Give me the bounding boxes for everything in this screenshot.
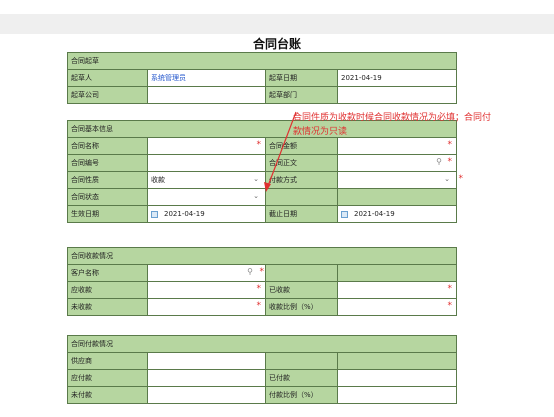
top-bar — [0, 0, 554, 14]
unpaid-field — [147, 386, 266, 404]
company-label: 起草公司 — [67, 86, 148, 104]
customer-field[interactable]: ⚲ * — [147, 264, 266, 282]
contract-code-input[interactable] — [147, 154, 266, 172]
chevron-down-icon[interactable]: ⌄ — [253, 175, 259, 183]
collection-header: 合同收款情况 — [67, 247, 457, 265]
receivable-input[interactable]: * — [147, 281, 266, 299]
payment-section: 合同付款情况 供应商 应付款 已付款 未付款 付款比例（%） — [67, 335, 457, 404]
effective-date-label: 生效日期 — [67, 205, 148, 223]
collection-section: 合同收款情况 客户名称 ⚲ * 应收款 * 已收款 * 未收款 * 收款比例（%… — [67, 247, 457, 316]
paid-field — [337, 369, 457, 387]
empty-cell — [337, 188, 457, 206]
contract-name-label: 合同名称 — [67, 137, 148, 155]
drafter-value[interactable]: 系统管理员 — [151, 74, 186, 82]
customer-label: 客户名称 — [67, 264, 148, 282]
contract-text-field[interactable]: ⚲ * — [337, 154, 457, 172]
contract-code-label: 合同编号 — [67, 154, 148, 172]
required-icon: * — [447, 140, 453, 150]
end-date-picker[interactable]: 2021-04-19 — [337, 205, 457, 223]
calendar-icon[interactable] — [151, 210, 158, 218]
payment-method-select[interactable]: ⌄ * — [337, 171, 463, 189]
search-icon[interactable]: ⚲ — [247, 267, 253, 276]
drafter-label: 起草人 — [67, 69, 148, 87]
required-icon: * — [256, 140, 262, 150]
required-icon: * — [458, 174, 464, 184]
search-icon[interactable]: ⚲ — [436, 157, 442, 166]
dept-field[interactable] — [337, 86, 457, 104]
chevron-down-icon[interactable]: ⌄ — [444, 175, 450, 183]
payable-label: 应付款 — [67, 369, 148, 387]
contract-nature-value: 收款 — [151, 176, 165, 184]
empty-cell — [265, 264, 338, 282]
company-field[interactable] — [147, 86, 266, 104]
supplier-field — [147, 352, 266, 370]
supplier-label: 供应商 — [67, 352, 148, 370]
outstanding-label: 未收款 — [67, 298, 148, 316]
unpaid-label: 未付款 — [67, 386, 148, 404]
empty-cell — [337, 264, 457, 282]
draft-date-field[interactable]: 2021-04-19 — [337, 69, 457, 87]
chevron-down-icon[interactable]: ⌄ — [253, 192, 259, 200]
received-input[interactable]: * — [337, 281, 457, 299]
payment-method-label: 付款方式 — [265, 171, 338, 189]
contract-status-label: 合同状态 — [67, 188, 148, 206]
empty-cell — [265, 188, 338, 206]
end-date-label: 截止日期 — [265, 205, 338, 223]
effective-date-picker[interactable]: 2021-04-19 — [147, 205, 266, 223]
registration-header: 合同起草 — [67, 52, 457, 70]
payable-field — [147, 369, 266, 387]
contract-amount-label: 合同金额 — [265, 137, 338, 155]
empty-cell — [265, 352, 338, 370]
end-date-value: 2021-04-19 — [354, 210, 395, 218]
draft-date-value: 2021-04-19 — [341, 74, 382, 82]
dept-label: 起草部门 — [265, 86, 338, 104]
required-icon: * — [447, 157, 453, 167]
required-icon: * — [259, 267, 265, 277]
receivable-label: 应收款 — [67, 281, 148, 299]
effective-date-value: 2021-04-19 — [164, 210, 205, 218]
contract-name-input[interactable]: * — [147, 137, 266, 155]
contract-status-select[interactable]: ⌄ — [147, 188, 266, 206]
outstanding-input[interactable]: * — [147, 298, 266, 316]
drafter-field[interactable]: 系统管理员 — [147, 69, 266, 87]
required-icon: * — [256, 284, 262, 294]
received-label: 已收款 — [265, 281, 338, 299]
collection-ratio-label: 收款比例（%） — [265, 298, 338, 316]
collection-ratio-input[interactable]: * — [337, 298, 457, 316]
top-strip — [0, 14, 554, 34]
payment-header: 合同付款情况 — [67, 335, 457, 353]
annotation-note: 合同件质为收款时候合同收款情况为必填；合同付款情况为只读 — [293, 113, 492, 137]
required-icon: * — [447, 301, 453, 311]
paid-label: 已付款 — [265, 369, 338, 387]
contract-text-label: 合同正文 — [265, 154, 338, 172]
required-icon: * — [447, 284, 453, 294]
payment-ratio-label: 付款比例（%） — [265, 386, 338, 404]
contract-nature-label: 合同性质 — [67, 171, 148, 189]
draft-date-label: 起草日期 — [265, 69, 338, 87]
contract-amount-input[interactable]: * — [337, 137, 457, 155]
empty-cell — [337, 352, 457, 370]
required-icon: * — [256, 301, 262, 311]
contract-nature-select[interactable]: 收款 ⌄ — [147, 171, 266, 189]
payment-ratio-field — [337, 386, 457, 404]
registration-section: 合同起草 起草人 系统管理员 起草日期 2021-04-19 起草公司 起草部门 — [67, 52, 457, 104]
calendar-icon[interactable] — [341, 210, 348, 218]
page-title: 合同台账 — [252, 37, 301, 51]
